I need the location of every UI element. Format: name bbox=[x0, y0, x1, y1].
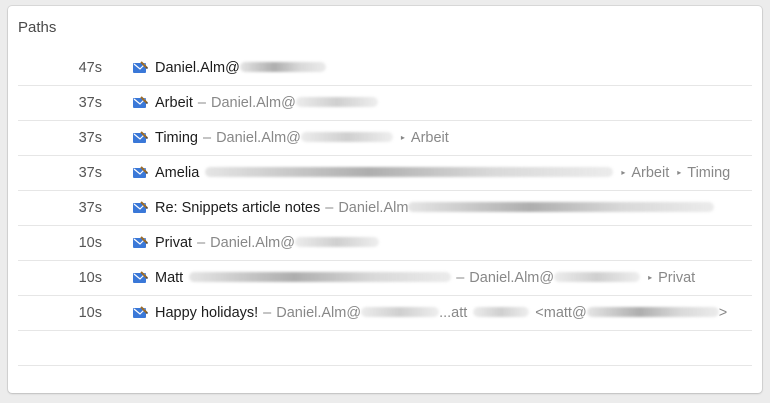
path-arrow-icon: ▸ bbox=[621, 167, 626, 177]
item-account: Daniel.Alm@ bbox=[210, 235, 295, 251]
path-arrow-icon: ▸ bbox=[400, 132, 405, 142]
mail-app-icon bbox=[132, 130, 149, 146]
item-title: Privat bbox=[155, 235, 193, 251]
list-item[interactable]: 47s Daniel.Alm@ bbox=[18, 51, 752, 86]
mail-app-icon bbox=[132, 270, 149, 286]
mail-app-icon bbox=[132, 95, 149, 111]
duration-label: 47s bbox=[78, 60, 102, 76]
duration-label: 37s bbox=[78, 200, 102, 216]
duration-label: 37s bbox=[78, 165, 102, 181]
item-subfolder: Timing bbox=[687, 165, 731, 181]
list-item[interactable]: 37s Amelia ▸ Arbeit ▸ Timing bbox=[18, 156, 752, 191]
list-item[interactable]: 37s Re: Snippets article notes – Daniel.… bbox=[18, 191, 752, 226]
path-arrow-icon: ▸ bbox=[648, 272, 653, 282]
redacted-text bbox=[294, 237, 379, 247]
item-title: Daniel.Alm@ bbox=[155, 60, 240, 76]
empty-row bbox=[18, 331, 752, 366]
mail-app-icon bbox=[132, 165, 149, 181]
list-item[interactable]: 37s Timing – Daniel.Alm@ ▸ Arbeit bbox=[18, 121, 752, 156]
dash-separator: – bbox=[456, 270, 465, 286]
item-recipient: <matt@ bbox=[535, 305, 587, 321]
dash-separator: – bbox=[197, 95, 206, 111]
paths-panel: Paths 47s Daniel.Alm@ 37s Arbeit – Danie… bbox=[8, 6, 762, 393]
dash-separator: – bbox=[325, 200, 334, 216]
duration-label: 10s bbox=[78, 270, 102, 286]
duration-label: 10s bbox=[78, 235, 102, 251]
item-account: Daniel.Alm@ bbox=[216, 130, 301, 146]
dash-separator: – bbox=[202, 130, 212, 146]
redacted-text bbox=[295, 97, 378, 107]
list-item[interactable]: 10s Happy holidays! – Daniel.Alm@ ...att… bbox=[18, 296, 752, 331]
duration-label: 10s bbox=[78, 305, 102, 321]
list-item[interactable]: 10s Matt – Daniel.Alm@ ▸ Privat bbox=[18, 261, 752, 296]
redacted-text bbox=[554, 272, 641, 282]
mail-app-icon bbox=[132, 60, 149, 76]
redacted-text bbox=[408, 202, 715, 212]
path-arrow-icon: ▸ bbox=[677, 167, 682, 177]
item-account-tail: ...att bbox=[439, 305, 468, 321]
mail-app-icon bbox=[132, 235, 149, 251]
item-title: Re: Snippets article notes bbox=[155, 200, 321, 216]
panel-title: Paths bbox=[18, 19, 57, 36]
list-item[interactable]: 37s Arbeit – Daniel.Alm@ bbox=[18, 86, 752, 121]
redacted-text bbox=[239, 62, 326, 72]
mail-app-icon bbox=[132, 305, 149, 321]
paths-list: 47s Daniel.Alm@ 37s Arbeit – Daniel.Alm@… bbox=[18, 51, 752, 366]
item-folder: Privat bbox=[658, 270, 696, 286]
item-folder: Arbeit bbox=[410, 130, 449, 146]
item-title: Arbeit bbox=[155, 95, 193, 111]
item-account: Daniel.Alm@ bbox=[469, 270, 555, 286]
item-title: Amelia bbox=[155, 165, 200, 181]
redacted-text bbox=[361, 307, 440, 317]
redacted-text bbox=[205, 167, 614, 177]
item-title: Matt bbox=[155, 270, 184, 286]
item-title: Timing bbox=[155, 130, 198, 146]
item-title: Happy holidays! bbox=[155, 305, 259, 321]
redacted-text bbox=[473, 307, 530, 317]
redacted-text bbox=[300, 132, 393, 142]
item-recipient-end: > bbox=[718, 305, 728, 321]
dash-separator: – bbox=[263, 305, 272, 321]
item-account: Daniel.Alm bbox=[338, 200, 409, 216]
item-folder: Arbeit bbox=[631, 165, 670, 181]
item-account: Daniel.Alm@ bbox=[276, 305, 362, 321]
mail-app-icon bbox=[132, 200, 149, 216]
redacted-text bbox=[586, 307, 719, 317]
duration-label: 37s bbox=[78, 95, 102, 111]
item-account: Daniel.Alm@ bbox=[210, 95, 296, 111]
dash-separator: – bbox=[197, 235, 206, 251]
list-item[interactable]: 10s Privat – Daniel.Alm@ bbox=[18, 226, 752, 261]
redacted-text bbox=[189, 272, 452, 282]
duration-label: 37s bbox=[78, 130, 102, 146]
